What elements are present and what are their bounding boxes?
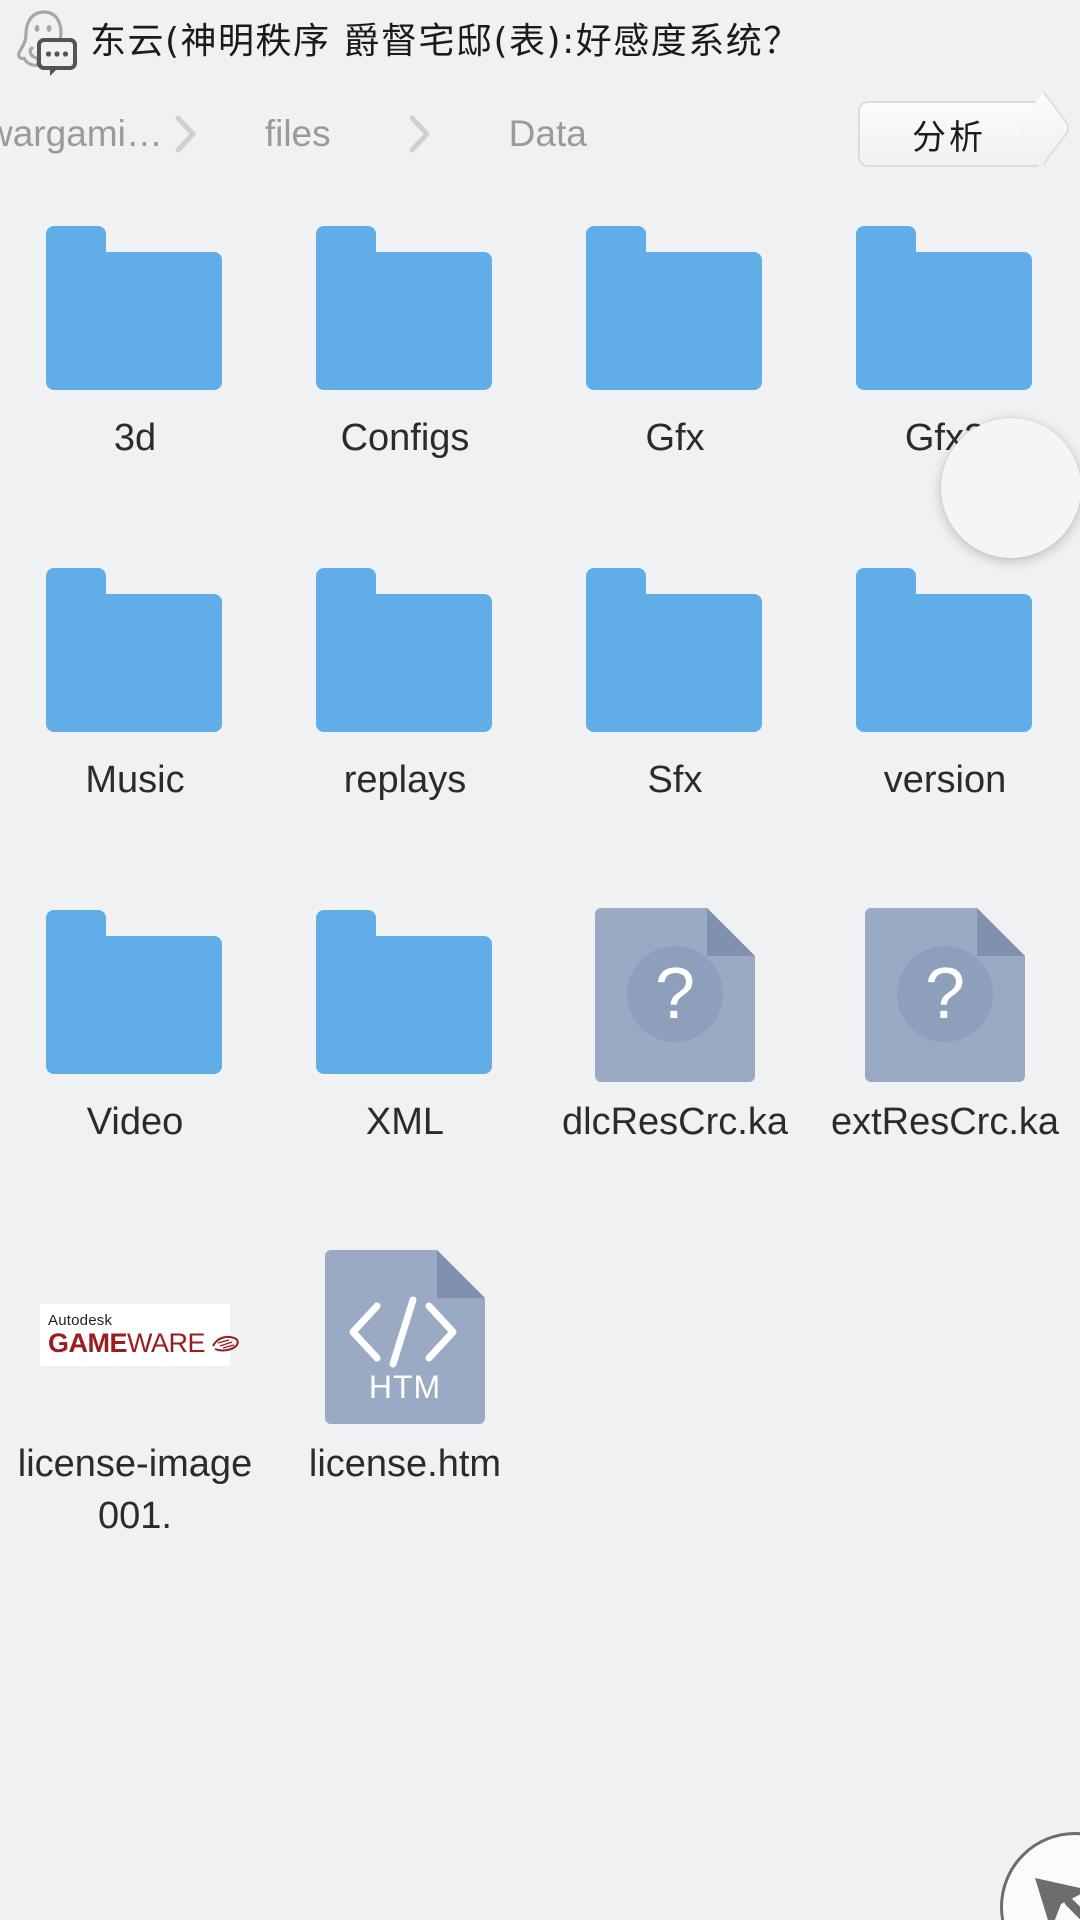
qq-penguin-chat-icon	[14, 7, 80, 77]
grid-item-image[interactable]: Autodesk GAME WARE license-image001.	[0, 1222, 270, 1564]
grid-item-folder[interactable]: Gfx	[540, 196, 810, 538]
image-thumbnail: Autodesk GAME WARE	[40, 1246, 239, 1424]
gameware-swirl-icon	[210, 1332, 240, 1354]
breadcrumb-item-wargaming[interactable]: wargami…	[0, 113, 163, 155]
folder-icon	[850, 220, 1040, 398]
pointer-cursor-icon[interactable]	[1000, 1832, 1080, 1920]
item-label: XML	[365, 1101, 445, 1143]
brand-light-label: WARE	[127, 1328, 206, 1358]
item-label: Video	[86, 1101, 184, 1143]
grid-item-folder[interactable]: version	[810, 538, 1080, 880]
folder-icon	[850, 562, 1040, 740]
svg-text:HTM: HTM	[369, 1369, 441, 1405]
folder-icon	[310, 220, 500, 398]
folder-icon	[40, 220, 230, 398]
item-label: extResCrc.ka	[830, 1101, 1060, 1143]
folder-icon	[310, 562, 500, 740]
brand-top-label: Autodesk	[48, 1312, 113, 1329]
chevron-right-icon	[163, 112, 209, 156]
item-label: license-image001.	[17, 1443, 253, 1537]
folder-icon	[310, 904, 500, 1082]
title-bar: 东云(神明秩序 爵督宅邸(表):好感度系统？	[0, 0, 1080, 84]
grid-item-folder[interactable]: XML	[270, 880, 540, 1222]
grid-item-folder[interactable]: Sfx	[540, 538, 810, 880]
grid-item-folder[interactable]: Music	[0, 538, 270, 880]
grid-item-file[interactable]: ? extResCrc.ka	[810, 880, 1080, 1222]
unknown-file-icon: ?	[580, 904, 770, 1082]
item-label: replays	[343, 759, 467, 801]
svg-text:?: ?	[655, 954, 695, 1034]
item-label: Sfx	[647, 759, 703, 801]
item-label: version	[883, 759, 1007, 801]
grid-item-folder[interactable]: 3d	[0, 196, 270, 538]
analyze-button[interactable]: 分析	[858, 101, 1038, 167]
item-label: license.htm	[308, 1443, 502, 1485]
grid-item-folder[interactable]: replays	[270, 538, 540, 880]
htm-file-icon: HTM	[310, 1246, 500, 1424]
unknown-file-icon: ?	[850, 904, 1040, 1082]
page-title: 东云(神明秩序 爵督宅邸(表):好感度系统？	[90, 21, 801, 62]
brand-bold-label: GAME	[48, 1328, 128, 1358]
folder-icon	[580, 562, 770, 740]
folder-icon	[580, 220, 770, 398]
gameware-logo: Autodesk GAME WARE	[40, 1246, 239, 1424]
folder-icon	[40, 904, 230, 1082]
item-label: Gfx	[645, 417, 705, 459]
svg-text:?: ?	[925, 954, 965, 1034]
file-grid: 3d Configs Gfx Gfx2 Music replays Sfx ve…	[0, 196, 1080, 1564]
grid-item-file[interactable]: HTM license.htm	[270, 1222, 540, 1564]
grid-item-folder[interactable]: Configs	[270, 196, 540, 538]
scrollbar-handle[interactable]	[941, 418, 1080, 558]
item-label: Music	[85, 759, 185, 801]
grid-item-file[interactable]: ? dlcResCrc.ka	[540, 880, 810, 1222]
item-label: Configs	[340, 417, 470, 459]
folder-icon	[40, 562, 230, 740]
item-label: 3d	[113, 417, 157, 459]
chevron-right-icon	[397, 112, 443, 156]
item-label: dlcResCrc.ka	[562, 1101, 788, 1143]
breadcrumb-item-data[interactable]: Data	[509, 113, 587, 155]
breadcrumb-item-files[interactable]: files	[265, 113, 331, 155]
grid-item-folder[interactable]: Video	[0, 880, 270, 1222]
